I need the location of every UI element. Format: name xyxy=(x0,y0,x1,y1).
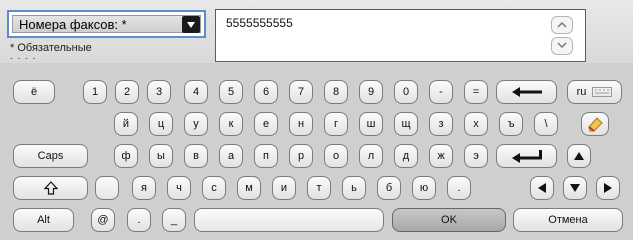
fax-number-input[interactable]: 5555555555 xyxy=(215,9,586,62)
enter-icon xyxy=(511,150,542,163)
field-selector-dropdown[interactable]: Номера факсов: * xyxy=(7,10,206,38)
key-kh[interactable]: х xyxy=(464,112,488,136)
enter-key[interactable] xyxy=(496,144,557,168)
chevron-down-icon[interactable] xyxy=(182,16,200,33)
key-backslash[interactable]: \ xyxy=(534,112,558,136)
key-0[interactable]: 0 xyxy=(394,80,418,104)
key-l[interactable]: л xyxy=(359,144,383,168)
key-eh[interactable]: э xyxy=(464,144,488,168)
key-5[interactable]: 5 xyxy=(219,80,243,104)
language-label: ru xyxy=(576,86,587,98)
field-selector-label: Номера факсов: * xyxy=(12,15,201,33)
key-dot[interactable]: . xyxy=(127,208,151,232)
key-shch[interactable]: щ xyxy=(394,112,418,136)
key-a[interactable]: а xyxy=(219,144,243,168)
shift-icon xyxy=(43,181,58,195)
key-8[interactable]: 8 xyxy=(324,80,348,104)
key-equals[interactable]: = xyxy=(464,80,488,104)
scroll-down-button[interactable] xyxy=(550,37,573,55)
key-7[interactable]: 7 xyxy=(289,80,313,104)
key-m[interactable]: м xyxy=(237,176,261,200)
chevron-up-icon xyxy=(556,21,567,28)
ok-button[interactable]: OK xyxy=(392,208,506,232)
language-key[interactable]: ru xyxy=(567,80,622,104)
key-9[interactable]: 9 xyxy=(359,80,383,104)
keyboard-icon xyxy=(592,87,613,97)
key-sh[interactable]: ш xyxy=(359,112,383,136)
triangle-down-icon xyxy=(570,184,580,192)
arrow-right-key[interactable] xyxy=(596,176,620,200)
alt-key[interactable]: Alt xyxy=(13,208,74,232)
key-1[interactable]: 1 xyxy=(83,80,107,104)
key-zh[interactable]: ж xyxy=(429,144,453,168)
text-scroll-controls xyxy=(545,14,578,56)
key-r[interactable]: р xyxy=(289,144,313,168)
triangle-up-icon xyxy=(574,152,584,160)
input-area: Номера факсов: * * Обязательные - - - - … xyxy=(0,0,633,63)
space-key[interactable] xyxy=(194,208,384,232)
key-ii[interactable]: й xyxy=(114,112,138,136)
chevron-down-icon xyxy=(556,42,567,49)
cancel-button[interactable]: Отмена xyxy=(513,208,623,232)
key-g[interactable]: г xyxy=(324,112,348,136)
shift-key[interactable] xyxy=(13,176,88,200)
key-t[interactable]: т xyxy=(307,176,331,200)
key-ya[interactable]: я xyxy=(132,176,156,200)
key-o[interactable]: о xyxy=(324,144,348,168)
on-screen-keyboard: ё 1 2 3 4 5 6 7 8 9 0 - = ru й ц у к е н… xyxy=(0,63,633,240)
key-6[interactable]: 6 xyxy=(254,80,278,104)
key-underscore[interactable]: _ xyxy=(162,208,186,232)
key-z[interactable]: з xyxy=(429,112,453,136)
key-n[interactable]: н xyxy=(289,112,313,136)
key-4[interactable]: 4 xyxy=(184,80,208,104)
key-2[interactable]: 2 xyxy=(115,80,139,104)
arrow-left-icon xyxy=(511,87,542,97)
key-k[interactable]: к xyxy=(219,112,243,136)
arrow-up-key[interactable] xyxy=(567,144,591,168)
backspace-key[interactable] xyxy=(496,80,557,104)
key-d[interactable]: д xyxy=(394,144,418,168)
eraser-icon xyxy=(588,117,603,132)
triangle-right-icon xyxy=(604,183,612,193)
key-p[interactable]: п xyxy=(254,144,278,168)
arrow-down-key[interactable] xyxy=(563,176,587,200)
key-at[interactable]: @ xyxy=(91,208,115,232)
key-hard-sign[interactable]: ъ xyxy=(499,112,523,136)
key-yu[interactable]: ю xyxy=(412,176,436,200)
triangle-left-icon xyxy=(538,183,546,193)
key-y[interactable]: ы xyxy=(149,144,173,168)
key-s[interactable]: с xyxy=(202,176,226,200)
key-i[interactable]: и xyxy=(272,176,296,200)
key-period[interactable]: . xyxy=(447,176,471,200)
key-f[interactable]: ф xyxy=(114,144,138,168)
arrow-left-key[interactable] xyxy=(530,176,554,200)
key-v[interactable]: в xyxy=(184,144,208,168)
key-blank[interactable] xyxy=(95,176,119,200)
key-u[interactable]: у xyxy=(184,112,208,136)
key-e[interactable]: е xyxy=(254,112,278,136)
caps-key[interactable]: Caps xyxy=(13,144,88,168)
eraser-key[interactable] xyxy=(581,112,609,136)
scroll-up-button[interactable] xyxy=(550,16,573,34)
key-ts[interactable]: ц xyxy=(149,112,173,136)
key-b[interactable]: б xyxy=(377,176,401,200)
key-soft-sign[interactable]: ь xyxy=(342,176,366,200)
key-3[interactable]: 3 xyxy=(147,80,171,104)
key-minus[interactable]: - xyxy=(429,80,453,104)
key-ch[interactable]: ч xyxy=(167,176,191,200)
key-yo[interactable]: ё xyxy=(13,80,55,104)
required-note-secondary: - - - - xyxy=(10,53,37,63)
